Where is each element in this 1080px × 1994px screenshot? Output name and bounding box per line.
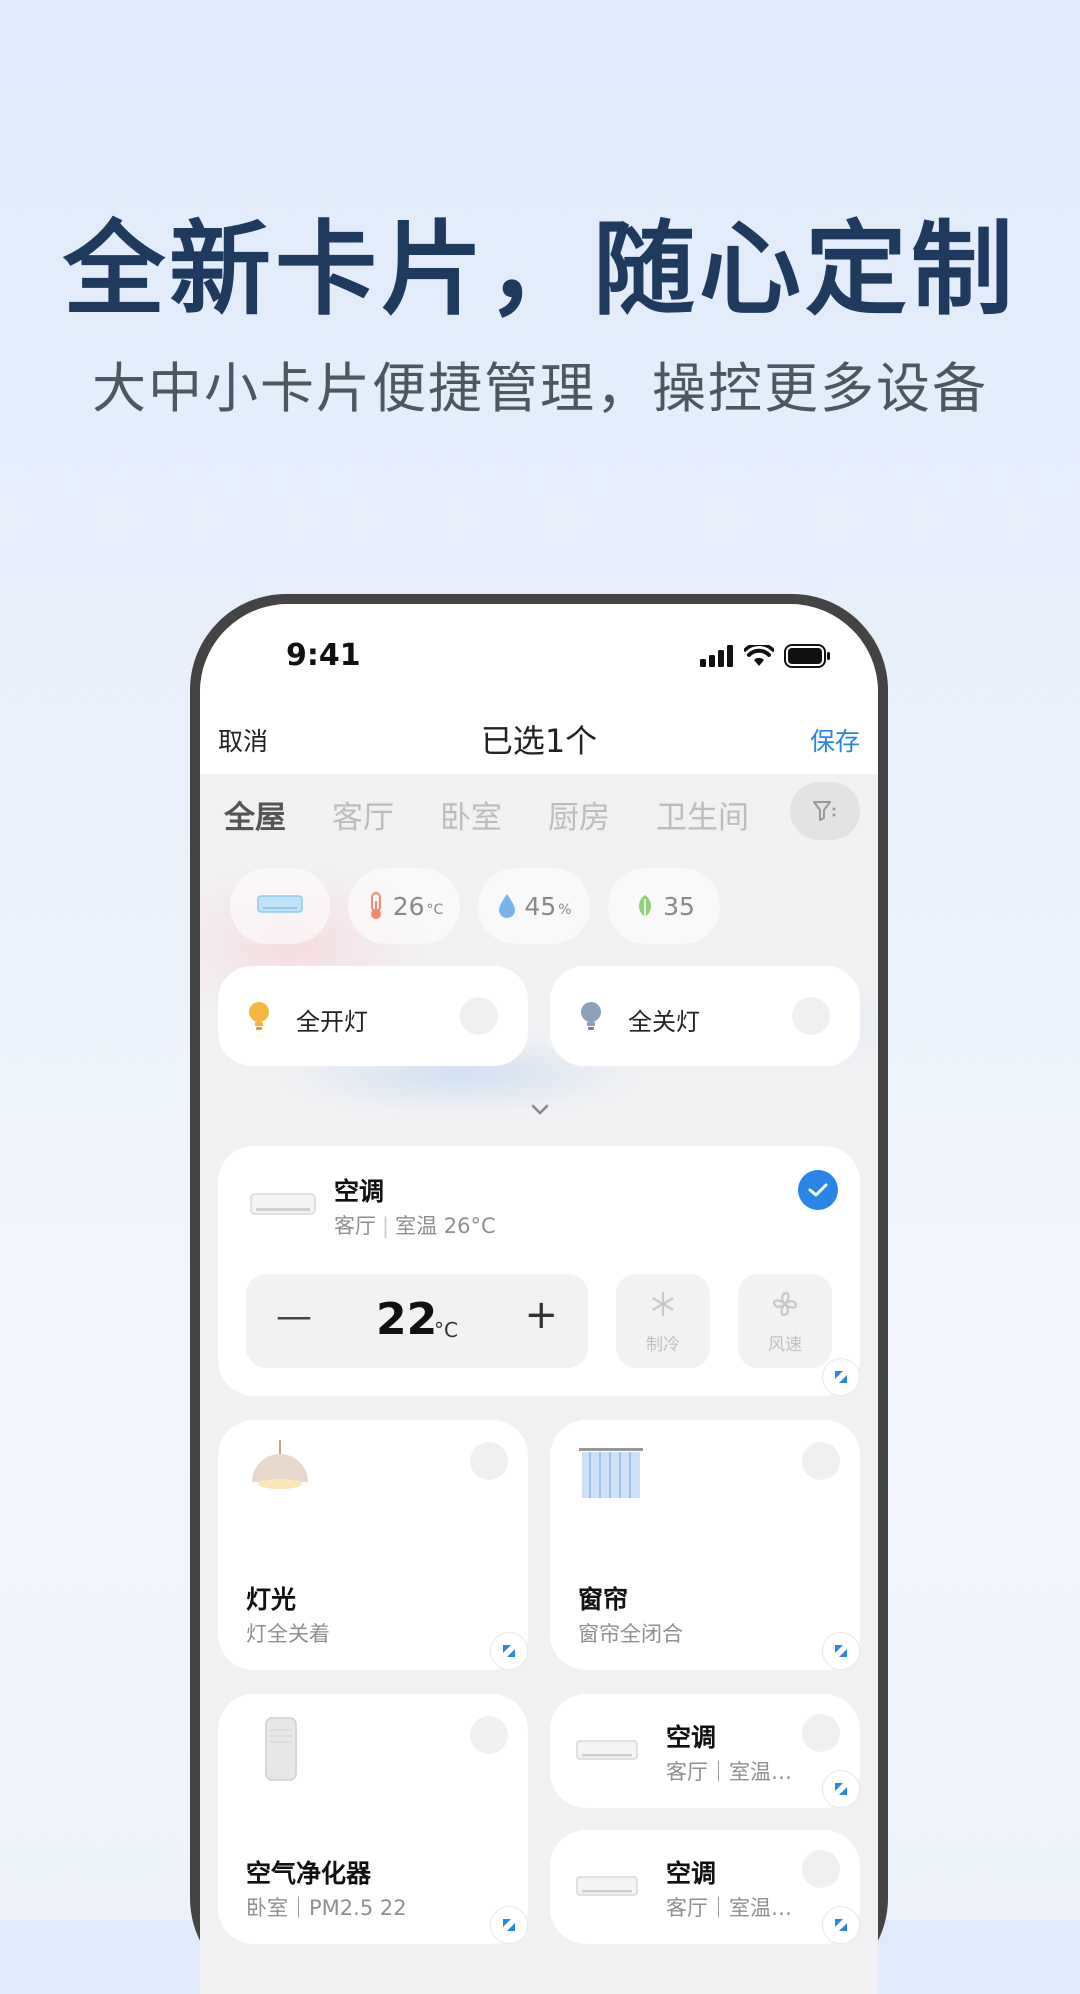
env-chip-ac[interactable]	[230, 868, 330, 944]
curtain-subtitle: 窗帘全闭合	[578, 1622, 683, 1646]
select-circle[interactable]	[470, 1716, 508, 1754]
curtain-card[interactable]: 窗帘 窗帘全闭合	[550, 1420, 860, 1670]
select-circle[interactable]	[802, 1714, 840, 1752]
all-lights-off-card[interactable]: 全关灯	[550, 966, 860, 1066]
tab-bedroom[interactable]: 卧室	[440, 792, 502, 837]
ac-unit-image	[250, 1193, 316, 1215]
phone-frame: 9:41 取消 已选1个 保存 全屋 客厅 卧室 厨房 卫生间 26 °C 45…	[190, 594, 888, 1994]
leaf-icon	[639, 895, 652, 917]
cooling-mode-button[interactable]: 制冷	[616, 1274, 710, 1368]
all-lights-off-label: 全关灯	[628, 1008, 700, 1036]
ac-room: 客厅	[334, 1214, 376, 1238]
increase-temp-button[interactable]: +	[524, 1292, 558, 1338]
light-title: 灯光	[246, 1585, 297, 1614]
battery-icon	[784, 644, 830, 668]
env-chip-temperature[interactable]: 26 °C	[348, 868, 460, 944]
ac-unit-image	[576, 1740, 638, 1760]
snowflake-icon	[652, 1291, 674, 1317]
ac-small-title: 空调	[666, 1723, 717, 1752]
nav-bar: 取消 已选1个 保存	[200, 700, 878, 774]
env-chip-humidity[interactable]: 45 %	[478, 868, 590, 944]
select-circle[interactable]	[802, 1850, 840, 1888]
resize-icon	[835, 1645, 847, 1657]
humidity-value: 45	[524, 891, 557, 921]
select-circle[interactable]	[460, 997, 498, 1035]
light-subtitle: 灯全关着	[246, 1622, 330, 1646]
temperature-unit: °C	[426, 902, 444, 918]
resize-icon	[503, 1919, 515, 1931]
bulb-on-icon	[249, 1002, 269, 1030]
fan-speed-label: 风速	[768, 1335, 802, 1355]
wifi-icon	[744, 645, 774, 666]
selected-check[interactable]	[798, 1170, 838, 1210]
thermometer-icon	[370, 892, 381, 919]
humidity-icon	[499, 894, 516, 918]
ac-small-subtitle: 客厅｜室温…	[666, 1896, 792, 1920]
ac-subtitle: 客厅 | 室温 26°C	[334, 1214, 496, 1238]
chevron-down-icon[interactable]	[528, 1102, 552, 1118]
status-time: 9:41	[286, 638, 361, 673]
resize-card-button[interactable]	[490, 1632, 528, 1670]
ac-status: 室温 26°C	[395, 1214, 496, 1238]
ac-icon	[257, 895, 303, 913]
select-circle[interactable]	[792, 997, 830, 1035]
resize-card-button[interactable]	[822, 1358, 860, 1396]
filter-icon	[813, 801, 836, 821]
all-lights-on-label: 全开灯	[296, 1008, 368, 1036]
target-temperature: 22	[376, 1294, 438, 1345]
air-quality-value: 35	[663, 891, 695, 921]
filter-button[interactable]	[790, 782, 860, 840]
air-purifier-subtitle: 卧室｜PM2.5 22	[246, 1896, 407, 1920]
curtain-image	[579, 1448, 643, 1498]
temperature-control: — 22 °C +	[246, 1274, 588, 1368]
fan-speed-button[interactable]: 风速	[738, 1274, 832, 1368]
temperature-value: 26	[392, 891, 425, 921]
pendant-lamp-image	[252, 1440, 308, 1489]
resize-card-button[interactable]	[822, 1632, 860, 1670]
resize-icon	[835, 1783, 847, 1795]
ac-card-small[interactable]: 空调 客厅｜室温…	[550, 1830, 860, 1944]
save-button[interactable]: 保存	[810, 722, 860, 758]
status-bar: 9:41	[200, 604, 878, 700]
resize-icon	[835, 1919, 847, 1931]
check-icon	[808, 1183, 828, 1197]
ac-small-title: 空调	[666, 1859, 717, 1888]
ac-small-subtitle: 客厅｜室温…	[666, 1760, 792, 1784]
select-circle[interactable]	[802, 1442, 840, 1480]
resize-icon	[835, 1371, 847, 1383]
cellular-signal-icon	[700, 645, 733, 667]
cooling-mode-label: 制冷	[646, 1335, 680, 1355]
decrease-temp-button[interactable]: —	[276, 1296, 312, 1337]
ac-title: 空调	[334, 1177, 385, 1206]
select-circle[interactable]	[470, 1442, 508, 1480]
ac-card-small[interactable]: 空调 客厅｜室温…	[550, 1694, 860, 1808]
hero-title: 全新卡片，随心定制	[63, 211, 1017, 330]
air-purifier-image	[265, 1717, 297, 1781]
tab-living-room[interactable]: 客厅	[332, 792, 394, 837]
air-purifier-title: 空气净化器	[246, 1859, 372, 1888]
phone-screen: 9:41 取消 已选1个 保存 全屋 客厅 卧室 厨房 卫生间 26 °C 45…	[200, 604, 878, 1994]
ac-card-large[interactable]: 空调 客厅 | 室温 26°C — 22 °C + 制冷 风速	[218, 1146, 860, 1396]
curtain-title: 窗帘	[578, 1585, 629, 1614]
fan-icon	[772, 1291, 798, 1317]
ac-unit-image	[576, 1876, 638, 1896]
air-purifier-card[interactable]: 空气净化器 卧室｜PM2.5 22	[218, 1694, 528, 1944]
tab-whole-house[interactable]: 全屋	[224, 792, 286, 837]
resize-card-button[interactable]	[490, 1906, 528, 1944]
bulb-off-icon	[581, 1002, 601, 1030]
tab-bathroom[interactable]: 卫生间	[656, 792, 749, 837]
env-chip-air-quality[interactable]: 35	[608, 868, 720, 944]
hero-subtitle: 大中小卡片便捷管理，操控更多设备	[92, 357, 988, 420]
humidity-unit: %	[558, 902, 572, 918]
resize-icon	[503, 1645, 515, 1657]
resize-card-button[interactable]	[822, 1770, 860, 1808]
tab-kitchen[interactable]: 厨房	[548, 792, 610, 837]
light-card[interactable]: 灯光 灯全关着	[218, 1420, 528, 1670]
temperature-unit-label: °C	[434, 1318, 458, 1342]
room-tabs: 全屋 客厅 卧室 厨房 卫生间	[200, 782, 878, 842]
all-lights-on-card[interactable]: 全开灯	[218, 966, 528, 1066]
status-icons	[700, 644, 832, 668]
page-title: 已选1个	[480, 722, 598, 760]
resize-card-button[interactable]	[822, 1906, 860, 1944]
